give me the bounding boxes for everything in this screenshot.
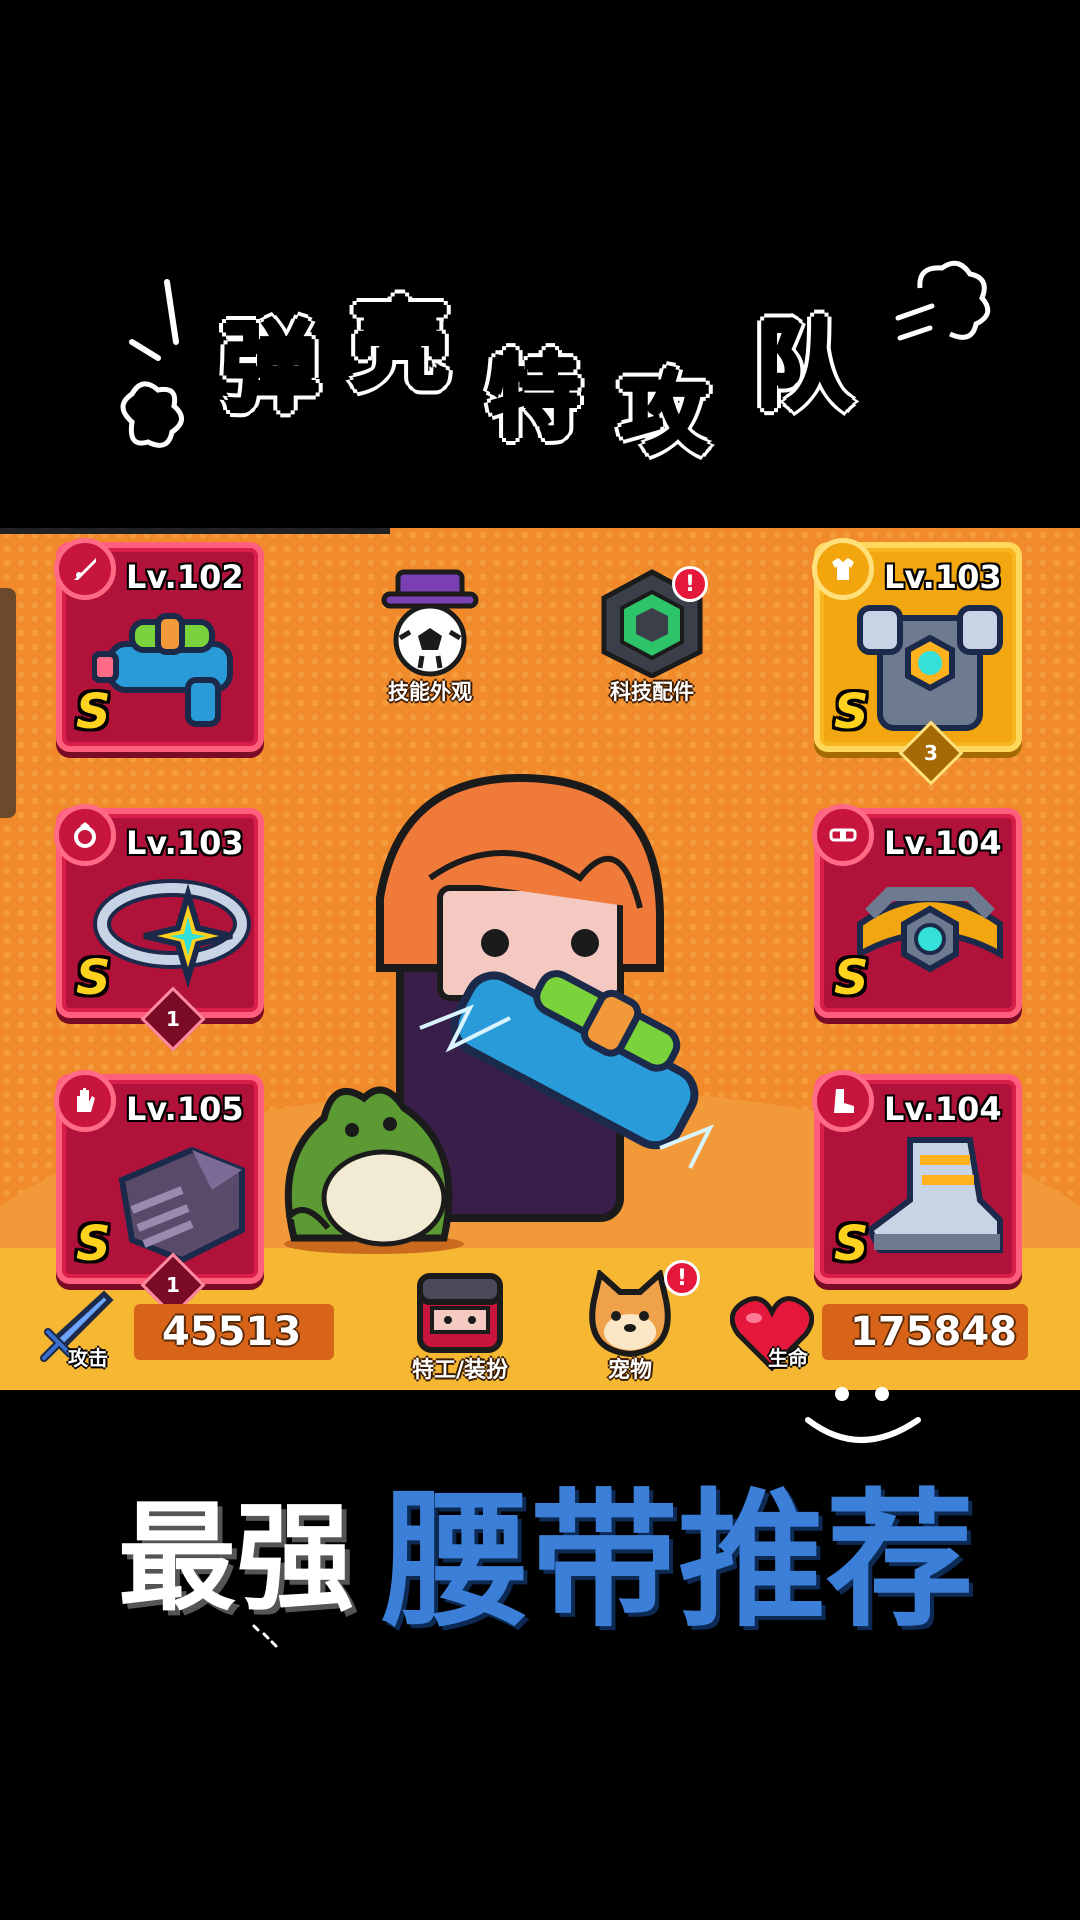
pet-button[interactable]: ! 宠物 [550,1260,710,1383]
skill-skin-button[interactable]: 技能外观 [360,568,500,718]
caption-strongest: 最强 [118,1489,355,1627]
caption-belt-recommendation: 腰带推荐 [382,1475,974,1647]
caption-banner: 最强 腰带推荐 [0,1440,1080,1647]
tech-parts-label: 科技配件 [610,680,694,704]
ring-grade: S [76,950,111,1006]
weapon-slot[interactable]: Lv.102 S [54,538,264,752]
side-scroll-tab[interactable] [0,588,16,818]
title-banner: 弹 壳 特 攻 队 [0,240,1080,470]
pet-alert-badge: ! [664,1260,700,1296]
hp-value: 175848 [822,1304,1028,1360]
gloves-slot[interactable]: Lv.105 S 1 [54,1070,264,1318]
star-ring-icon [93,879,251,989]
title-char-4: 攻 [618,362,710,465]
mech-boots-icon [866,1137,1003,1253]
soccer-ball-icon [381,569,479,677]
skill-skin-label: 技能外观 [388,680,472,704]
doodle-right-icon [895,260,991,341]
attack-value: 45513 [134,1304,334,1360]
agent-icon [417,1273,503,1353]
boots-slot[interactable]: Lv.104 S [812,1070,1022,1284]
title-char-3: 特 [486,344,582,451]
mech-armor-icon [857,605,1003,731]
agent-costume-button[interactable]: 特工/装扮 [380,1270,540,1383]
hp-label: 生命 [768,1346,808,1370]
tech-alert-badge: ! [672,566,708,602]
boots-grade: S [834,1216,869,1272]
sparkle-doodle-icon [252,1624,278,1648]
water-gun-icon [92,613,233,727]
attack-label: 攻击 [68,1346,108,1370]
frog-pet-icon [284,1086,464,1254]
gloves-grade: S [76,1216,111,1272]
armor-slot[interactable]: Lv.103 S 3 [812,538,1022,786]
ring-slot[interactable]: Lv.103 S 1 [54,804,264,1052]
title-char-2: 壳 [350,290,450,402]
tech-parts-button[interactable]: ! 科技配件 [582,566,722,718]
pet-label: 宠物 [607,1358,652,1383]
belt-grade: S [834,950,869,1006]
armor-grade: S [834,684,869,740]
doodle-left-icon [120,279,184,448]
title-char-1: 弹 [220,312,320,424]
gauntlet-icon [118,1146,245,1264]
title-char-5: 队 [754,310,854,422]
belt-slot[interactable]: Lv.104 S [812,804,1022,1018]
mech-belt-icon [857,887,1003,973]
agent-costume-label: 特工/装扮 [411,1358,509,1383]
game-screen: Lv.102 S Lv.103 S 1 Lv.105 S 1 Lv.103 S … [0,528,1080,1390]
weapon-grade: S [76,684,111,740]
